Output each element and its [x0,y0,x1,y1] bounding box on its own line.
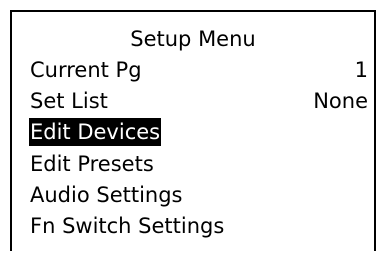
menu-title: Setup Menu [130,27,256,51]
menu-item-set-list[interactable]: Set List None [30,87,368,115]
menu-item-value: 1 [354,58,368,82]
menu-item-label: Current Pg [30,58,142,82]
device-screen: Setup Menu Current Pg 1 Set List None Ed… [10,10,376,251]
menu-item-label: Fn Switch Settings [30,214,225,238]
menu-item-edit-presets[interactable]: Edit Presets [30,150,368,178]
menu-item-label: Audio Settings [30,183,183,207]
menu-item-current-pg[interactable]: Current Pg 1 [30,56,368,84]
menu-item-label: Edit Devices [29,118,162,146]
menu-item-label: Edit Presets [30,152,154,176]
menu-item-label: Set List [30,89,108,113]
menu-item-fn-switch-settings[interactable]: Fn Switch Settings [30,212,368,240]
menu-item-value: None [313,89,368,113]
menu-item-audio-settings[interactable]: Audio Settings [30,181,368,209]
menu-item-edit-devices[interactable]: Edit Devices [29,118,368,146]
